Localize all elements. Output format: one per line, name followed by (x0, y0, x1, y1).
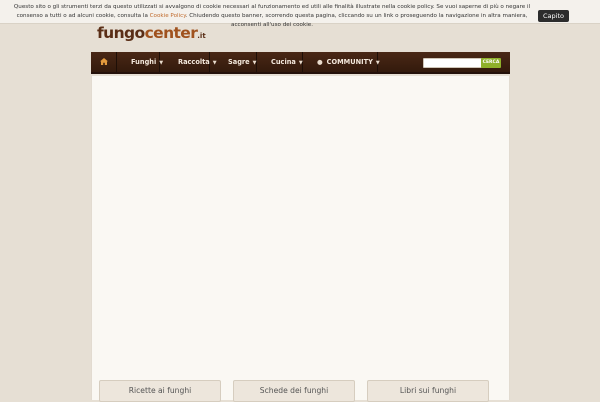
nav-item-community[interactable]: ● COMMUNITY ▼ (303, 52, 380, 72)
logo-tld: .it (197, 32, 206, 40)
site-logo[interactable]: fungocenter.it (97, 24, 206, 44)
chevron-down-icon: ▼ (252, 60, 257, 66)
cookie-banner-text: Questo sito o gli strumenti terzi da que… (8, 3, 536, 30)
home-icon (100, 58, 108, 65)
nav-item-sagre[interactable]: Sagre ▼ (210, 52, 257, 72)
nav-label-funghi: Funghi (131, 58, 157, 66)
schede-link-button[interactable]: Schede dei funghi (233, 380, 355, 402)
search-button[interactable]: CERCA (481, 58, 501, 68)
nav-label-community: COMMUNITY (326, 58, 373, 66)
cookie-banner: Questo sito o gli strumenti terzi da que… (0, 0, 600, 28)
nav-label-cucina: Cucina (271, 58, 296, 66)
nav-item-raccolta[interactable]: Raccolta ▼ (160, 52, 217, 72)
logo-part2: center (144, 24, 198, 42)
nav-label-raccolta: Raccolta (178, 58, 210, 66)
cookie-policy-link[interactable]: Cookie Policy (150, 13, 186, 19)
ricette-link-button[interactable]: Ricette ai funghi (99, 380, 221, 402)
nav-home-button[interactable] (91, 52, 117, 72)
cookie-accept-button[interactable]: Capito (538, 10, 569, 22)
logo-part1: fungo (97, 24, 145, 42)
nav-label-sagre: Sagre (228, 58, 250, 66)
main-content (91, 76, 510, 400)
nav-item-funghi[interactable]: Funghi ▼ (117, 52, 163, 72)
chevron-down-icon: ▼ (375, 60, 380, 66)
chat-icon: ● (317, 58, 323, 66)
nav-item-cucina[interactable]: Cucina ▼ (257, 52, 303, 72)
search-input[interactable] (423, 58, 482, 68)
cookie-text-part2: . Chiudendo questo banner, scorrendo que… (185, 13, 528, 28)
libri-link-button[interactable]: Libri sui funghi (367, 380, 489, 402)
